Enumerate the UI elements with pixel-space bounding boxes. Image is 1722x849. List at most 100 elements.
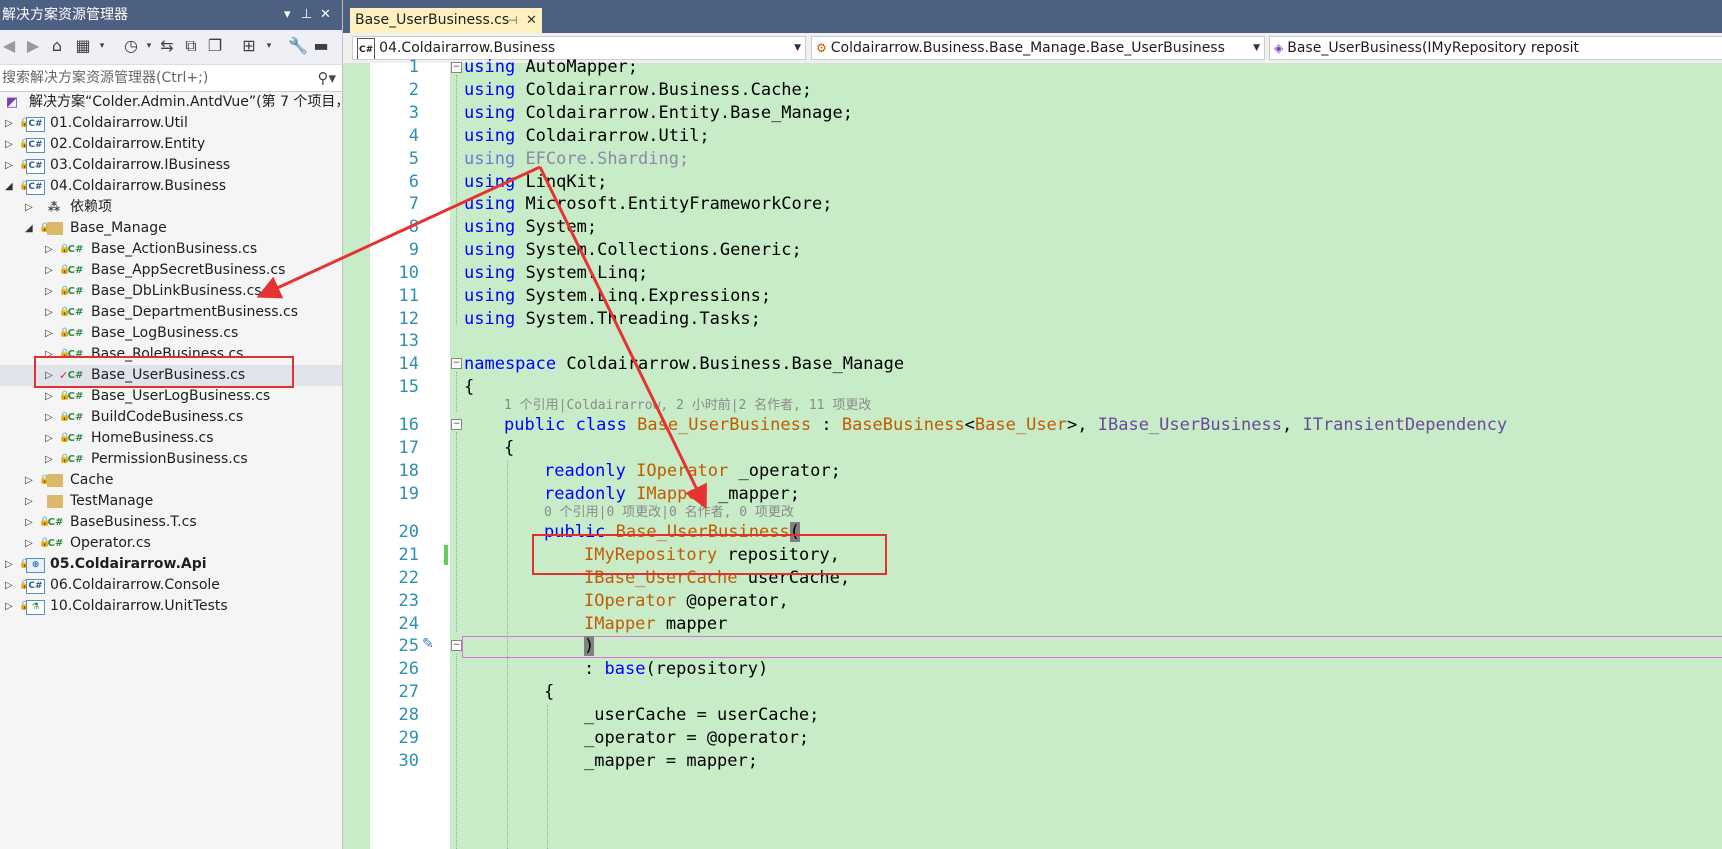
- csharp-file-icon: C#: [67, 244, 84, 255]
- expand-arrow-icon[interactable]: ▷: [5, 554, 13, 575]
- tree-item-file[interactable]: ▷ 🔒 C# BuildCodeBusiness.cs: [0, 407, 342, 428]
- line-number: 5: [408, 149, 419, 169]
- tree-item-project[interactable]: ▷ 🔒 C# 02.Coldairarrow.Entity: [0, 134, 342, 155]
- line-number: 23: [398, 591, 419, 611]
- expand-arrow-icon[interactable]: ▷: [5, 155, 13, 176]
- tree-item-project[interactable]: ◢ 🔒 C# 04.Coldairarrow.Business: [0, 176, 342, 197]
- tab-close-icon[interactable]: ✕: [526, 8, 537, 33]
- home-icon[interactable]: ⌂: [48, 37, 66, 55]
- expand-arrow-icon[interactable]: ▷: [45, 428, 53, 449]
- expand-arrow-icon[interactable]: ▷: [45, 260, 53, 281]
- tree-item-dependencies[interactable]: ▷ ⁂ 依赖项: [0, 197, 342, 218]
- tree-item-file[interactable]: ▷ 🔒 C# Base_AppSecretBusiness.cs: [0, 260, 342, 281]
- expand-arrow-icon[interactable]: ▷: [5, 575, 13, 596]
- tree-item-folder[interactable]: ▷ TestManage: [0, 491, 342, 512]
- csharp-file-icon: C#: [67, 307, 84, 318]
- csharp-file-icon: C#: [67, 454, 84, 465]
- view-structure-icon[interactable]: ⊞: [240, 37, 258, 55]
- tree-item-file[interactable]: ▷ 🔒 C# Base_DepartmentBusiness.cs: [0, 302, 342, 323]
- tree-item-label: Base_LogBusiness.cs: [91, 325, 239, 341]
- expand-arrow-icon[interactable]: ▷: [45, 302, 53, 323]
- code-line: _operator = @operator;: [584, 728, 810, 748]
- sync-icon[interactable]: ⇆: [158, 37, 176, 55]
- expand-arrow-icon[interactable]: ▷: [45, 239, 53, 260]
- type-dropdown[interactable]: ⚙ Coldairarrow.Business.Base_Manage.Base_…: [811, 36, 1265, 60]
- preview-icon[interactable]: ▬: [312, 37, 330, 55]
- tree-item-project[interactable]: ▷ 🔒 C# 06.Coldairarrow.Console: [0, 575, 342, 596]
- line-number: 20: [398, 522, 419, 542]
- tree-item-label: 依赖项: [70, 199, 112, 215]
- solution-explorer-title: 解决方案资源管理器: [2, 7, 128, 23]
- expand-arrow-icon[interactable]: ▷: [25, 491, 33, 512]
- csharp-file-icon: C#: [67, 433, 84, 444]
- expand-arrow-icon[interactable]: ▷: [5, 113, 13, 134]
- expand-arrow-icon[interactable]: ▷: [25, 512, 33, 533]
- fold-toggle-icon[interactable]: −: [451, 358, 462, 369]
- csharp-file-icon: C#: [67, 391, 84, 402]
- tree-item-file[interactable]: ▷ 🔒 C# Base_DbLinkBusiness.cs: [0, 281, 342, 302]
- fold-toggle-icon[interactable]: −: [451, 419, 462, 430]
- expand-arrow-icon[interactable]: ▷: [45, 386, 53, 407]
- document-tab[interactable]: Base_UserBusiness.cs ⊣ ✕: [350, 8, 542, 33]
- tree-item-folder[interactable]: ◢ 🔒 Base_Manage: [0, 218, 342, 239]
- expand-arrow-icon[interactable]: ▷: [45, 323, 53, 344]
- expand-arrow-icon[interactable]: ▷: [5, 134, 13, 155]
- expand-arrow-icon[interactable]: ▷: [5, 596, 13, 617]
- codelens-ctor[interactable]: 0 个引用|0 项更改|0 名作者, 0 项更改: [544, 505, 794, 521]
- code-line: using LinqKit;: [464, 172, 608, 192]
- code-line: _userCache = userCache;: [584, 705, 820, 725]
- forward-icon[interactable]: ▶: [24, 37, 42, 55]
- pending-changes-filter-icon[interactable]: ◷: [122, 37, 140, 55]
- code-cleanup-brush-icon[interactable]: ✎: [422, 636, 434, 652]
- fold-guide: [456, 654, 457, 849]
- properties-wrench-icon[interactable]: 🔧: [288, 37, 308, 55]
- tree-item-file[interactable]: ▷ 🔒 C# PermissionBusiness.cs: [0, 449, 342, 470]
- panel-menu-icon[interactable]: ▾: [284, 0, 291, 30]
- tree-item-label: 06.Coldairarrow.Console: [50, 577, 220, 593]
- collapse-all-icon[interactable]: ⧉: [182, 37, 200, 55]
- line-number: 27: [398, 682, 419, 702]
- codelens-class[interactable]: 1 个引用|Coldairarrow, 2 小时前|2 名作者, 11 项更改: [504, 398, 871, 414]
- fold-toggle-icon[interactable]: −: [451, 62, 462, 73]
- tree-item-project[interactable]: ▷ 🔒 C# 01.Coldairarrow.Util: [0, 113, 342, 134]
- switch-views-dropdown-icon[interactable]: ▾: [93, 37, 111, 55]
- line-number: 29: [398, 728, 419, 748]
- tree-item-solution[interactable]: ◩ 解决方案“Colder.Admin.AntdVue”(第 7 个项目，共: [0, 92, 342, 113]
- tree-item-file[interactable]: ▷ 🔒 C# Operator.cs: [0, 533, 342, 554]
- solution-explorer-search[interactable]: 搜索解决方案资源管理器(Ctrl+;) ⚲▾: [0, 65, 342, 92]
- tree-item-project[interactable]: ▷ 🔒 C# 03.Coldairarrow.IBusiness: [0, 155, 342, 176]
- tree-item-label: 解决方案“Colder.Admin.AntdVue”(第 7 个项目，共: [29, 94, 343, 110]
- structure-dropdown-icon[interactable]: ▾: [260, 37, 278, 55]
- expand-arrow-icon[interactable]: ▷: [25, 470, 33, 491]
- tree-item-file[interactable]: ▷ 🔒 C# Base_ActionBusiness.cs: [0, 239, 342, 260]
- expand-arrow-icon[interactable]: ▷: [45, 449, 53, 470]
- fold-guide: [456, 75, 457, 325]
- type-dropdown-value: Coldairarrow.Business.Base_Manage.Base_U…: [830, 40, 1225, 56]
- search-icon[interactable]: ⚲▾: [317, 65, 336, 91]
- tree-item-file[interactable]: ▷ 🔒 C# Base_LogBusiness.cs: [0, 323, 342, 344]
- expand-arrow-icon[interactable]: ▷: [45, 407, 53, 428]
- collapse-arrow-icon[interactable]: ◢: [5, 176, 13, 197]
- tab-pin-icon[interactable]: ⊣: [508, 8, 518, 33]
- member-dropdown[interactable]: ◈ Base_UserBusiness(IMyRepository reposit: [1269, 36, 1722, 60]
- close-icon[interactable]: ✕: [320, 0, 331, 30]
- line-number: 17: [398, 438, 419, 458]
- tree-item-project[interactable]: ▷ 🔒 ⚗ 10.Coldairarrow.UnitTests: [0, 596, 342, 617]
- pin-icon[interactable]: ⊥: [301, 0, 312, 30]
- expand-arrow-icon[interactable]: ▷: [25, 533, 33, 554]
- tree-item-file[interactable]: ▷ 🔒 C# BaseBusiness.T.cs: [0, 512, 342, 533]
- filter-dropdown-icon[interactable]: ▾: [140, 37, 158, 55]
- tree-item-file[interactable]: ▷ 🔒 C# HomeBusiness.cs: [0, 428, 342, 449]
- fold-toggle-icon[interactable]: −: [451, 640, 462, 651]
- switch-views-icon[interactable]: ▦: [74, 37, 92, 55]
- show-all-files-icon[interactable]: ❐: [206, 37, 224, 55]
- collapse-arrow-icon[interactable]: ◢: [25, 218, 33, 239]
- line-number: 15: [398, 377, 419, 397]
- code-line: ): [584, 636, 595, 656]
- back-icon[interactable]: ◀: [0, 37, 18, 55]
- expand-arrow-icon[interactable]: ▷: [45, 281, 53, 302]
- tree-item-folder[interactable]: ▷ 🔒 Cache: [0, 470, 342, 491]
- tree-item-file[interactable]: ▷ 🔒 C# Base_UserLogBusiness.cs: [0, 386, 342, 407]
- tree-item-startup-project[interactable]: ▷ 🔒 ⊕ 05.Coldairarrow.Api: [0, 554, 342, 575]
- expand-arrow-icon[interactable]: ▷: [25, 197, 33, 218]
